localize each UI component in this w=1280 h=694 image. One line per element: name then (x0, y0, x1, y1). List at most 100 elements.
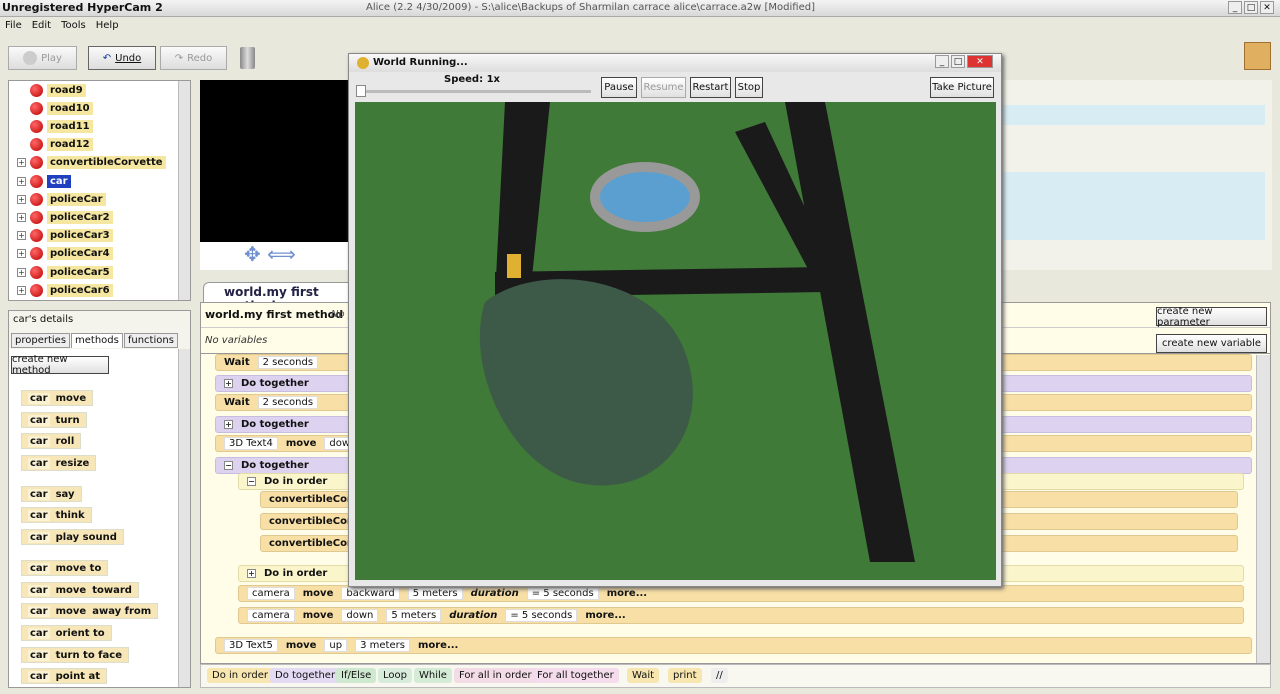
move-block[interactable]: 3D Text5 move up 3 meters more... (215, 637, 1252, 654)
expand-icon[interactable]: + (17, 212, 26, 222)
method-tile[interactable]: car think (21, 507, 92, 523)
object-tree: road9 road10 road11 road12 + convertibleCorve… (8, 80, 191, 301)
object-icon (30, 229, 43, 243)
world-minimize-button[interactable]: _ (935, 55, 949, 68)
menu-tools[interactable]: Tools (61, 20, 86, 32)
camera-controls[interactable]: ✥ ⟺ (200, 242, 350, 270)
method-tile[interactable]: car move to (21, 560, 109, 576)
method-tile[interactable]: car orient to (21, 625, 112, 641)
expand-icon[interactable]: + (17, 267, 26, 277)
undo-icon: ↶ (102, 52, 112, 64)
control-do-in-order[interactable]: Do in order (207, 668, 273, 683)
close-button[interactable]: ✕ (1260, 1, 1274, 14)
tab-methods[interactable]: methods (71, 333, 123, 348)
object-icon (30, 83, 43, 97)
stop-button[interactable]: Stop (735, 77, 763, 98)
expand-icon[interactable]: + (17, 285, 26, 295)
world-maximize-button[interactable]: □ (951, 55, 965, 68)
tree-item[interactable]: road10 (17, 100, 93, 116)
world-3d-view[interactable] (355, 102, 996, 580)
play-button[interactable]: Play (8, 46, 77, 70)
scene-view (200, 80, 350, 242)
control--[interactable]: // (711, 668, 728, 683)
tab-my-first-method[interactable]: world.my first method (203, 282, 353, 313)
control-wait[interactable]: Wait (627, 668, 660, 683)
title-bar: Unregistered HyperCam 2 Alice (2.2 4/30/… (0, 0, 1280, 17)
control-for-all-together[interactable]: For all together (532, 668, 619, 683)
control-do-together[interactable]: Do together (270, 668, 341, 683)
control-while[interactable]: While (414, 668, 452, 683)
tree-item[interactable]: + policeCar6 (17, 282, 113, 298)
tree-item[interactable]: + policeCar (17, 191, 106, 207)
control-print[interactable]: print (668, 668, 702, 683)
object-icon (30, 265, 43, 279)
object-icon (30, 210, 43, 224)
menu-help[interactable]: Help (96, 20, 119, 32)
control-if-else[interactable]: If/Else (336, 668, 377, 683)
create-new-method-button[interactable]: create new method (11, 354, 109, 376)
method-tile[interactable]: car point at (21, 668, 107, 684)
object-icon (30, 156, 43, 170)
tree-item[interactable]: + policeCar4 (17, 246, 113, 262)
tree-item[interactable]: + policeCar2 (17, 209, 113, 225)
tree-item[interactable]: road9 (17, 82, 86, 98)
minimize-button[interactable]: _ (1228, 1, 1242, 14)
world-running-window: World Running... _ □ ✕ Speed: 1x Pause Res… (348, 53, 1002, 587)
tree-item[interactable]: + convertibleCorvette (17, 155, 166, 171)
method-tile[interactable]: car play sound (21, 529, 124, 545)
pause-button[interactable]: Pause (601, 77, 637, 98)
menu-edit[interactable]: Edit (32, 20, 51, 32)
redo-button[interactable]: ↷ Redo (160, 46, 227, 70)
object-icon (30, 174, 43, 188)
method-tile[interactable]: car move away from (21, 603, 159, 619)
tree-item[interactable]: + policeCar3 (17, 228, 113, 244)
control-for-all-in-order[interactable]: For all in order (454, 668, 537, 683)
world-window-title: World Running... (373, 57, 468, 68)
method-tile[interactable]: car resize (21, 455, 97, 471)
scene-right-area (1000, 80, 1272, 270)
object-icon (30, 119, 43, 133)
expand-icon[interactable]: + (17, 194, 26, 204)
clipboard-icon[interactable] (1244, 42, 1271, 70)
camera-move-block[interactable]: camera move backward 5 meters duration = 5 se… (238, 585, 1244, 602)
tab-properties[interactable]: properties (11, 333, 71, 348)
restart-button[interactable]: Restart (690, 77, 731, 98)
method-tile[interactable]: car move (21, 390, 94, 406)
speed-slider-thumb[interactable] (356, 85, 366, 97)
methods-scrollbar[interactable] (178, 349, 190, 687)
tree-item[interactable]: + policeCar5 (17, 264, 113, 280)
method-tile[interactable]: car move toward (21, 582, 139, 598)
tab-functions[interactable]: functions (123, 333, 178, 348)
details-title: car's details (13, 314, 74, 325)
tree-item[interactable]: + car (17, 173, 71, 189)
undo-button[interactable]: ↶ Undo (88, 46, 156, 70)
method-tile[interactable]: car turn to face (21, 647, 129, 663)
editor-scrollbar[interactable] (1256, 355, 1270, 663)
tree-item[interactable]: road12 (17, 137, 93, 153)
menu-file[interactable]: File (5, 20, 22, 32)
create-new-variable-button[interactable]: create new variable (1156, 334, 1267, 353)
redo-icon: ↷ (174, 52, 184, 64)
resume-button[interactable]: Resume (641, 77, 686, 98)
control-loop[interactable]: Loop (378, 668, 412, 683)
camera-move-block[interactable]: camera move down 5 meters duration = 5 second… (238, 607, 1244, 624)
tree-scrollbar[interactable] (178, 81, 190, 300)
world-close-button[interactable]: ✕ (967, 55, 993, 68)
speed-slider[interactable] (357, 90, 591, 93)
object-icon (30, 138, 43, 152)
tree-item[interactable]: road11 (17, 118, 93, 134)
play-icon (23, 51, 38, 65)
expand-icon[interactable]: + (17, 231, 26, 241)
method-tile[interactable]: car turn (21, 412, 87, 428)
trash-icon[interactable] (240, 47, 255, 69)
expand-icon[interactable]: + (17, 158, 26, 168)
method-tile[interactable]: car say (21, 486, 82, 502)
method-tile[interactable]: car roll (21, 433, 82, 449)
create-new-parameter-button[interactable]: create new parameter (1156, 306, 1267, 328)
maximize-button[interactable]: □ (1244, 1, 1258, 14)
take-picture-button[interactable]: Take Picture (930, 77, 994, 98)
speed-label: Speed: 1x (444, 74, 500, 85)
expand-icon[interactable]: + (17, 176, 26, 186)
expand-icon[interactable]: + (17, 249, 26, 259)
object-icon (30, 283, 43, 297)
